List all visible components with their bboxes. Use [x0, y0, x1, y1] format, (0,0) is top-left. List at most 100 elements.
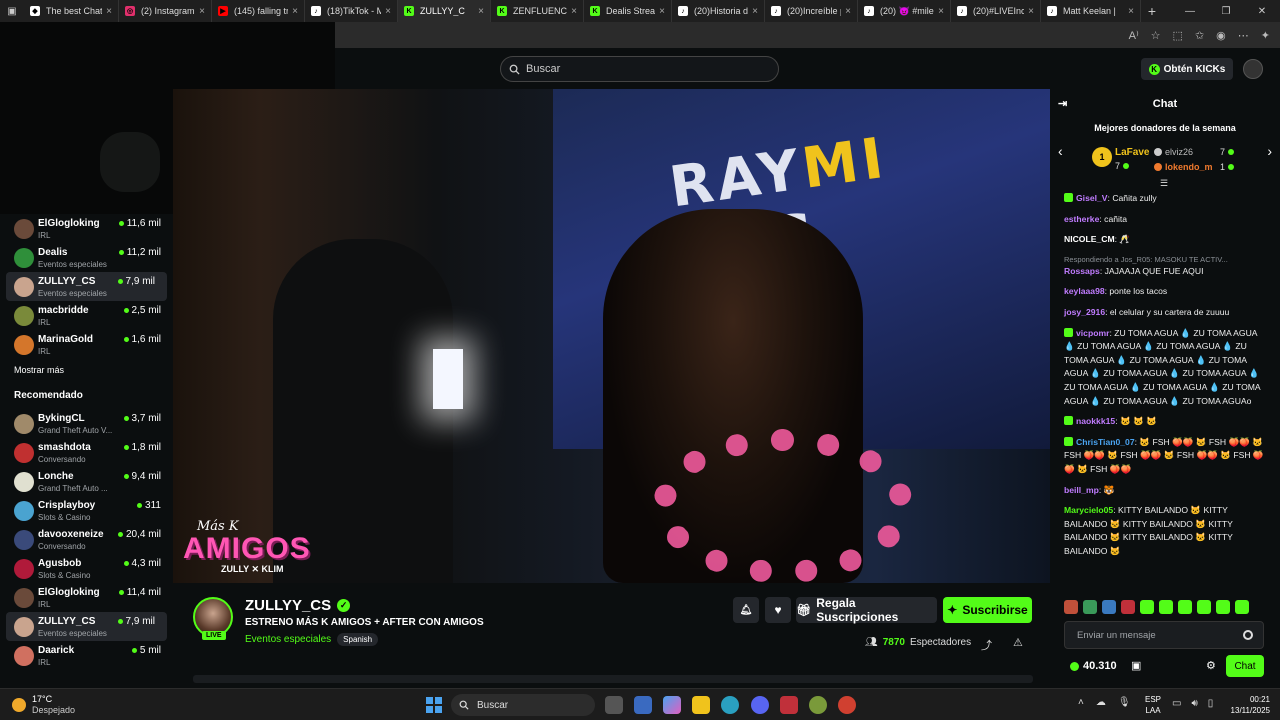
- close-tab-icon[interactable]: ×: [659, 6, 665, 17]
- chat-username[interactable]: Gisel_V: [1076, 193, 1108, 203]
- send-chat-button[interactable]: Chat: [1226, 655, 1264, 677]
- browser-tab[interactable]: K ZULLYY_C ×: [398, 0, 491, 22]
- sidebar-channel[interactable]: davooxeneize Conversando 20,4 mil: [0, 525, 173, 554]
- weather-widget[interactable]: 17°C Despejado: [12, 694, 75, 716]
- sidebar-channel[interactable]: Dealis Eventos especiales 11,2 mil: [0, 243, 173, 272]
- favorite-star-icon[interactable]: ☆: [1151, 29, 1161, 42]
- battery-icon[interactable]: ▯: [1208, 698, 1214, 709]
- gift-subs-button[interactable]: 🎁︎ Regala Suscripciones: [796, 596, 937, 624]
- chevron-up-icon[interactable]: ˄: [1078, 697, 1084, 708]
- chat-username[interactable]: NICOLE_CM: [1064, 234, 1115, 244]
- browser-tab[interactable]: ♪ (20)Historia de ×: [672, 0, 765, 22]
- pinned-filter-icon[interactable]: ☰: [1158, 178, 1170, 188]
- show-more-link[interactable]: Mostrar más: [0, 359, 173, 381]
- monitor-icon[interactable]: ▭: [1172, 698, 1181, 709]
- system-clock[interactable]: 00:21 13/11/2025: [1226, 694, 1270, 716]
- minimize-button[interactable]: —: [1172, 6, 1208, 17]
- app-globe-icon[interactable]: [809, 696, 827, 714]
- new-tab-button[interactable]: +: [1141, 3, 1163, 19]
- edge-browser-icon[interactable]: [721, 696, 739, 714]
- copilot-app-icon[interactable]: [663, 696, 681, 714]
- share-icon[interactable]: ⤴: [981, 637, 992, 653]
- sidebar-channel[interactable]: macbridde IRL 2,5 mil: [0, 301, 173, 330]
- browser-menu-icon[interactable]: ▣: [0, 6, 24, 17]
- close-tab-icon[interactable]: ×: [1128, 6, 1134, 17]
- streamer-name[interactable]: ZULLYY_CS: [245, 597, 331, 614]
- chevron-left-icon[interactable]: ‹: [1058, 143, 1063, 159]
- close-window-button[interactable]: ✕: [1244, 6, 1280, 17]
- microphone-icon[interactable]: 🎙︎: [1118, 697, 1131, 708]
- discord-icon[interactable]: [751, 696, 769, 714]
- donor1-name[interactable]: LaFave: [1115, 147, 1149, 158]
- close-tab-icon[interactable]: ×: [845, 6, 851, 17]
- browser-tab[interactable]: ♪ (20) 😈 #milen ×: [858, 0, 951, 22]
- chat-mode-icon[interactable]: ▣: [1131, 659, 1141, 672]
- emote-icon[interactable]: [1102, 600, 1116, 614]
- channel-points[interactable]: 40.310: [1070, 660, 1117, 672]
- sidebar-channel[interactable]: Lonche Grand Theft Auto ... 9,4 mil: [0, 467, 173, 496]
- language-indicator[interactable]: ESP LAA: [1145, 694, 1161, 716]
- close-tab-icon[interactable]: ×: [752, 6, 758, 17]
- gear-icon[interactable]: ⚙: [1206, 659, 1216, 672]
- chat-username[interactable]: beill_mp: [1064, 485, 1099, 495]
- sidebar-channel[interactable]: ZULLYY_CS Eventos especiales 7,9 mil: [6, 612, 167, 641]
- follow-heart-button[interactable]: ♥: [765, 597, 791, 623]
- chat-username[interactable]: naokkk15: [1076, 416, 1115, 426]
- donor2[interactable]: elviz26: [1154, 147, 1193, 157]
- sidebar-channel[interactable]: Daarick IRL 5 mil: [0, 641, 173, 670]
- sidebar-channel[interactable]: ElGlogloking IRL 11,6 mil: [0, 214, 173, 243]
- close-tab-icon[interactable]: ×: [938, 6, 944, 17]
- browser-tab[interactable]: K ZENFLUENCEF×: [491, 0, 584, 22]
- file-explorer-icon[interactable]: [692, 696, 710, 714]
- browser-tab[interactable]: K Dealis Stream×: [584, 0, 672, 22]
- browser-tab[interactable]: ♪ (18)TikTok - M ×: [305, 0, 398, 22]
- emote-icon[interactable]: [1178, 600, 1192, 614]
- emote-icon[interactable]: [1159, 600, 1173, 614]
- browser-tab[interactable]: ◎ (2) Instagram ×: [119, 0, 212, 22]
- chat-username[interactable]: Marycielo05: [1064, 505, 1113, 515]
- extensions-icon[interactable]: ⬚: [1173, 29, 1183, 42]
- sidebar-channel[interactable]: ElGlogloking IRL 11,4 mil: [0, 583, 173, 612]
- close-tab-icon[interactable]: ×: [478, 6, 484, 17]
- emote-icon[interactable]: [1083, 600, 1097, 614]
- chevron-right-icon[interactable]: ›: [1267, 143, 1272, 159]
- browser-tab[interactable]: ▶ (145) falling tr ×: [212, 0, 305, 22]
- more-menu-icon[interactable]: ⋯: [1238, 29, 1249, 42]
- copilot-icon[interactable]: ✦: [1261, 29, 1270, 42]
- read-aloud-icon[interactable]: A⁾: [1129, 29, 1139, 42]
- notification-bell-button[interactable]: 🔔︎: [733, 597, 759, 623]
- sidebar-channel[interactable]: Crisplayboy Slots & Casino 311: [0, 496, 173, 525]
- cloud-icon[interactable]: ☁: [1096, 697, 1106, 708]
- store-icon[interactable]: [634, 696, 652, 714]
- chat-username[interactable]: ChrisTian0_07: [1076, 437, 1135, 447]
- report-icon[interactable]: ⚠: [1013, 636, 1023, 649]
- close-tab-icon[interactable]: ×: [571, 6, 577, 17]
- emote-icon[interactable]: [1121, 600, 1135, 614]
- volume-icon[interactable]: 🔊︎: [1191, 698, 1197, 709]
- taskbar-search[interactable]: Buscar: [451, 694, 595, 716]
- sidebar-channel[interactable]: ZULLYY_CS Eventos especiales 7,9 mil: [6, 272, 167, 301]
- chat-username[interactable]: estherke: [1064, 214, 1099, 224]
- user-avatar[interactable]: [1243, 59, 1263, 79]
- collapse-chat-icon[interactable]: ⇥: [1058, 97, 1067, 110]
- chat-username[interactable]: Rossaps: [1064, 266, 1100, 276]
- emote-icon[interactable]: [1235, 600, 1249, 614]
- emote-icon[interactable]: [1064, 600, 1078, 614]
- search-input[interactable]: Buscar: [500, 56, 779, 82]
- video-player[interactable]: RAYMI BUS Más K AMIGOS ZULLY ✕ KLIM: [173, 89, 1050, 583]
- emoji-picker-icon[interactable]: [1243, 630, 1253, 640]
- browser-tab[interactable]: ♪ (20)#LIVEIncel ×: [951, 0, 1041, 22]
- sidebar-channel[interactable]: smashdota Conversando 1,8 mil: [0, 438, 173, 467]
- close-tab-icon[interactable]: ×: [1028, 6, 1034, 17]
- close-tab-icon[interactable]: ×: [292, 6, 298, 17]
- browser-tab[interactable]: ◆ The best Chat ×: [24, 0, 119, 22]
- browser-tab[interactable]: ♪ (20)Increíble p ×: [765, 0, 858, 22]
- chat-username[interactable]: vicpomr: [1076, 328, 1109, 338]
- sidebar-channel[interactable]: BykingCL Grand Theft Auto V... 3,7 mil: [0, 409, 173, 438]
- favorites-icon[interactable]: ✩: [1195, 29, 1204, 42]
- emote-icon[interactable]: [1197, 600, 1211, 614]
- browser-tab[interactable]: ♪ Matt Keelan | ×: [1041, 0, 1141, 22]
- chat-username[interactable]: keylaaa98: [1064, 286, 1105, 296]
- sidebar-channel[interactable]: MarinaGold IRL 1,6 mil: [0, 330, 173, 359]
- close-tab-icon[interactable]: ×: [199, 6, 205, 17]
